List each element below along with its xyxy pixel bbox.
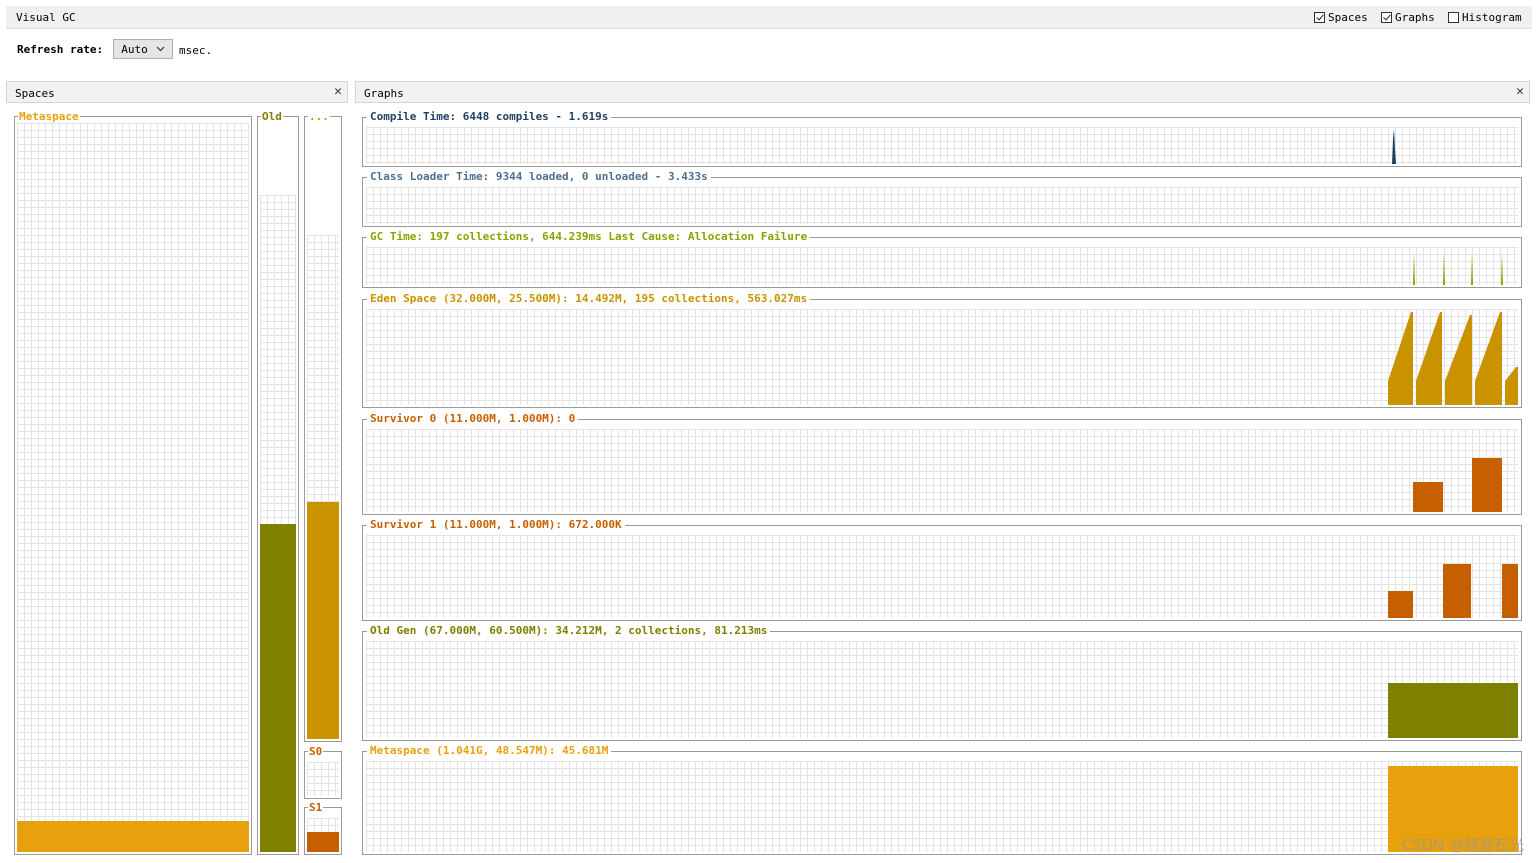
s1-fill <box>307 832 339 852</box>
class-loader-plot <box>366 187 1518 224</box>
old-gen-plot <box>1388 683 1518 738</box>
survivor0-graph: Survivor 0 (11.000M, 1.000M): 0 <box>362 412 1522 515</box>
refresh-rate-value: Auto <box>121 42 148 56</box>
graphs-checkbox-label: Graphs <box>1395 11 1435 24</box>
metaspace-graph: Metaspace (1.041G, 48.547M): 45.681M <box>362 744 1522 855</box>
survivor1-graph: Survivor 1 (11.000M, 1.000M): 672.000K <box>362 518 1522 621</box>
gc-time-title: GC Time: 197 collections, 644.239ms Last… <box>367 230 811 244</box>
histogram-checkbox-label: Histogram <box>1462 11 1522 24</box>
refresh-rate-unit: msec. <box>179 44 213 57</box>
metaspace-title: Metaspace <box>18 110 80 123</box>
gc-time-spike <box>1413 252 1415 285</box>
metaspace-plot <box>1388 766 1518 852</box>
survivor0-block <box>1413 482 1443 512</box>
s0-title: S0 <box>308 745 324 758</box>
eden-fill <box>307 502 339 739</box>
eden-sawtooth <box>1388 312 1518 405</box>
class-loader-title: Class Loader Time: 9344 loaded, 0 unload… <box>367 170 711 184</box>
compile-time-title: Compile Time: 6448 compiles - 1.619s <box>367 110 612 124</box>
s1-grid <box>307 818 339 852</box>
checkbox-unchecked-icon <box>1448 12 1459 23</box>
eden-grid <box>307 235 339 739</box>
visual-gc-header: Visual GC Spaces Graphs Histogram <box>6 6 1532 29</box>
old-space: Old <box>257 110 299 855</box>
close-icon[interactable]: ✕ <box>334 84 342 99</box>
eden-space-plot <box>1388 312 1518 405</box>
s0-grid <box>307 762 339 796</box>
histogram-checkbox[interactable]: Histogram <box>1448 11 1522 24</box>
metaspace-fill <box>17 820 249 852</box>
old-title: Old <box>261 110 283 123</box>
compile-time-plot <box>1392 129 1396 164</box>
spaces-checkbox-label: Spaces <box>1328 11 1368 24</box>
eden-title: ... <box>308 110 330 123</box>
graphs-panel-title: Graphs <box>364 87 404 100</box>
survivor1-block <box>1443 564 1471 618</box>
old-gen-graph: Old Gen (67.000M, 60.500M): 34.212M, 2 c… <box>362 624 1522 741</box>
spaces-panel-title: Spaces <box>15 87 55 100</box>
survivor1-block <box>1502 564 1518 618</box>
survivor0-title: Survivor 0 (11.000M, 1.000M): 0 <box>367 412 579 426</box>
s0-space: S0 <box>304 745 342 799</box>
checkbox-checked-icon <box>1381 12 1392 23</box>
metaspace-space: Metaspace <box>14 110 252 855</box>
gc-time-spike <box>1501 252 1503 285</box>
chevron-down-icon <box>156 46 165 52</box>
old-gen-title: Old Gen (67.000M, 60.500M): 34.212M, 2 c… <box>367 624 771 638</box>
old-grid <box>260 195 296 852</box>
gc-time-spike <box>1471 252 1473 285</box>
compile-time-spike <box>1392 129 1396 164</box>
spaces-checkbox[interactable]: Spaces <box>1314 11 1368 24</box>
eden-space: ... <box>304 110 342 742</box>
refresh-rate-label: Refresh rate: <box>17 43 104 56</box>
spaces-panel-header: Spaces ✕ <box>6 81 348 103</box>
s1-title: S1 <box>308 801 324 814</box>
class-loader-graph: Class Loader Time: 9344 loaded, 0 unload… <box>362 170 1522 227</box>
survivor1-plot <box>1388 564 1518 618</box>
survivor0-block <box>1472 458 1502 512</box>
metaspace-graph-title: Metaspace (1.041G, 48.547M): 45.681M <box>367 744 612 758</box>
watermark: CSDN @随意石光 <box>1401 836 1524 854</box>
s1-space: S1 <box>304 801 342 855</box>
graphs-panel-header: Graphs ✕ <box>355 81 1530 103</box>
refresh-rate-select[interactable]: Auto <box>113 39 173 59</box>
window-title: Visual GC <box>16 11 76 24</box>
compile-time-graph: Compile Time: 6448 compiles - 1.619s <box>362 110 1522 167</box>
close-icon[interactable]: ✕ <box>1516 84 1524 99</box>
eden-space-title: Eden Space (32.000M, 25.500M): 14.492M, … <box>367 292 811 306</box>
graphs-checkbox[interactable]: Graphs <box>1381 11 1435 24</box>
metaspace-grid <box>17 123 249 852</box>
gc-time-graph: GC Time: 197 collections, 644.239ms Last… <box>362 230 1522 288</box>
gc-time-spike <box>1443 252 1445 285</box>
survivor0-plot <box>1413 458 1502 512</box>
survivor1-block <box>1388 591 1413 618</box>
checkbox-checked-icon <box>1314 12 1325 23</box>
gc-time-plot <box>1413 252 1503 285</box>
survivor1-title: Survivor 1 (11.000M, 1.000M): 672.000K <box>367 518 625 532</box>
eden-space-graph: Eden Space (32.000M, 25.500M): 14.492M, … <box>362 292 1522 408</box>
old-fill <box>260 523 296 852</box>
old-gen-block <box>1388 683 1518 738</box>
